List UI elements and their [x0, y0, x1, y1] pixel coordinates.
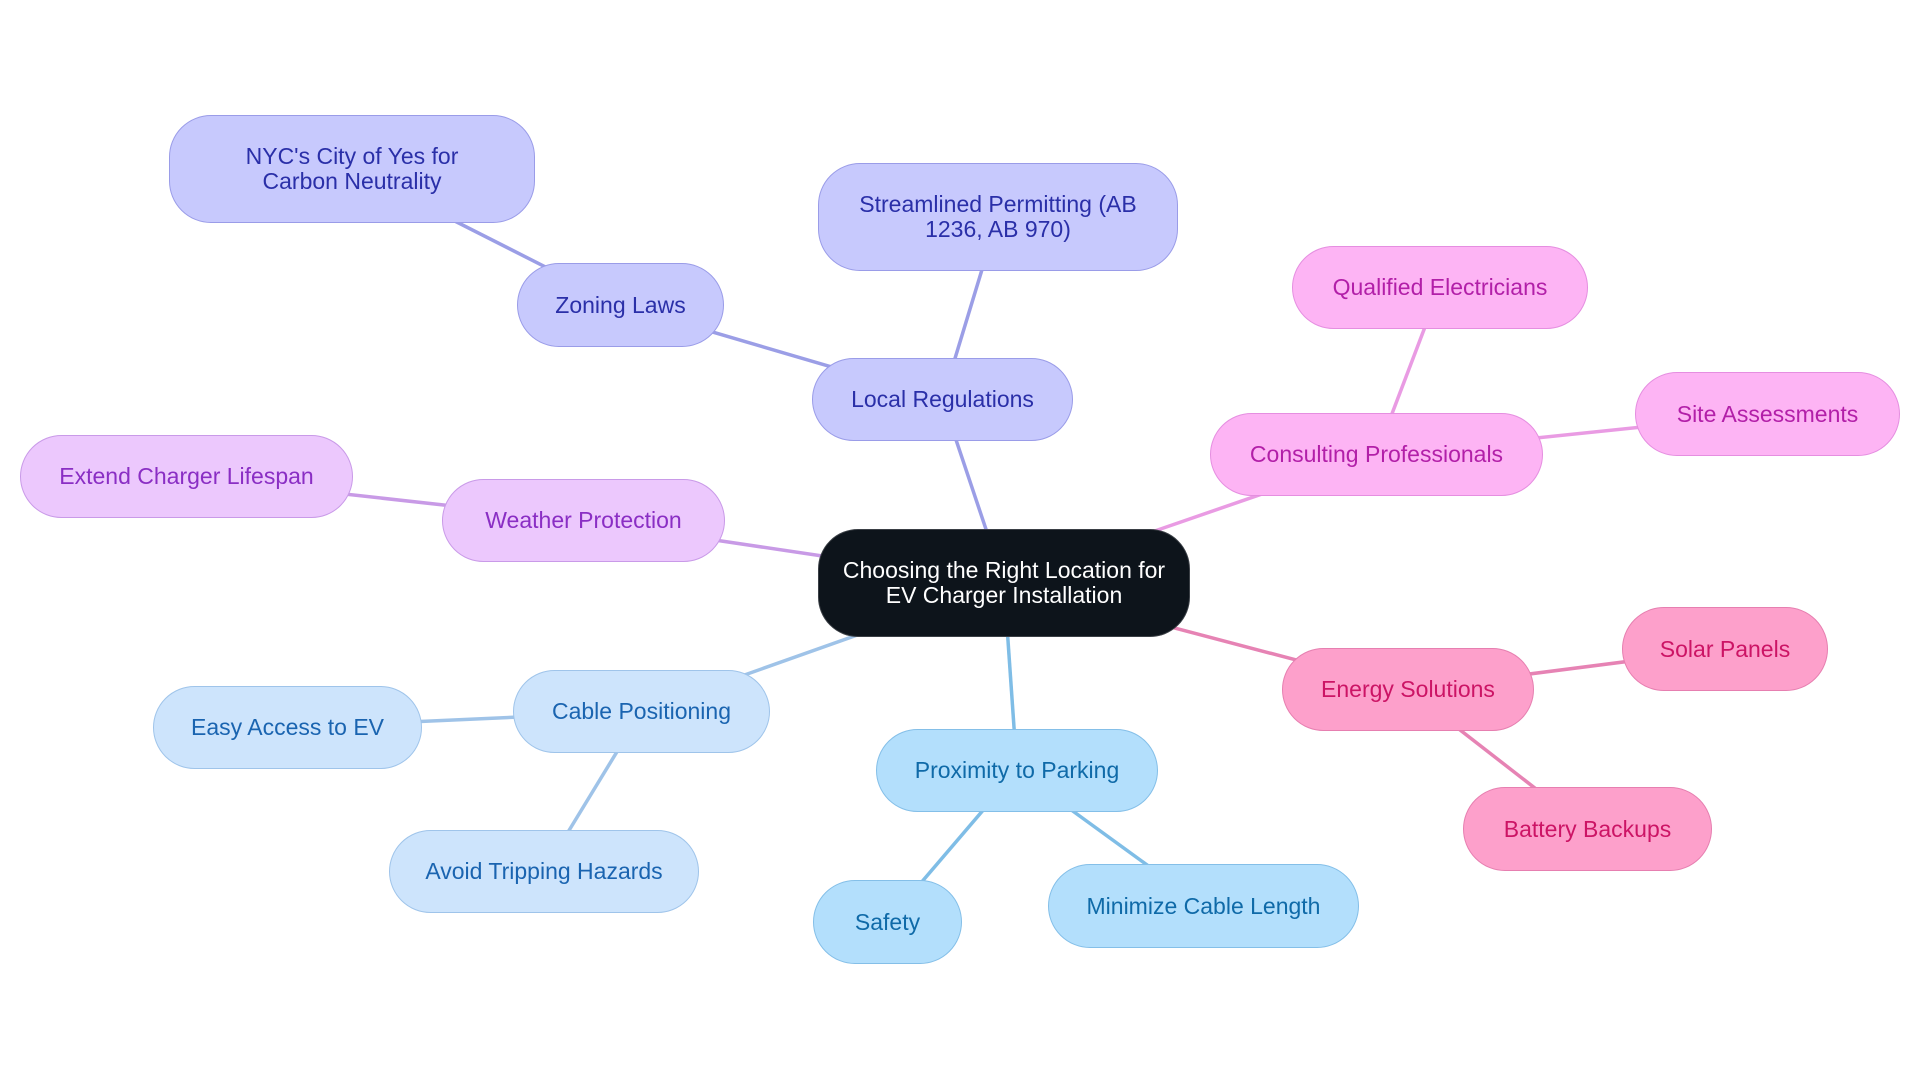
node-nyc-city-of-yes[interactable]: NYC's City of Yes for Carbon Neutrality: [169, 115, 535, 223]
root-node[interactable]: Choosing the Right Location for EV Charg…: [818, 529, 1190, 637]
node-safety[interactable]: Safety: [813, 880, 962, 964]
node-cable-positioning[interactable]: Cable Positioning: [513, 670, 770, 753]
node-qualified-electricians[interactable]: Qualified Electricians: [1292, 246, 1588, 329]
node-extend-charger-lifespan[interactable]: Extend Charger Lifespan: [20, 435, 353, 518]
node-energy-solutions[interactable]: Energy Solutions: [1282, 648, 1534, 731]
node-easy-access-to-ev[interactable]: Easy Access to EV: [153, 686, 422, 769]
node-weather-protection[interactable]: Weather Protection: [442, 479, 725, 562]
node-local-regulations[interactable]: Local Regulations: [812, 358, 1073, 441]
node-battery-backups[interactable]: Battery Backups: [1463, 787, 1712, 871]
node-streamlined-permitting[interactable]: Streamlined Permitting (AB 1236, AB 970): [818, 163, 1178, 271]
node-consulting-professionals[interactable]: Consulting Professionals: [1210, 413, 1543, 496]
node-minimize-cable-length[interactable]: Minimize Cable Length: [1048, 864, 1359, 948]
node-proximity-to-parking[interactable]: Proximity to Parking: [876, 729, 1158, 812]
node-solar-panels[interactable]: Solar Panels: [1622, 607, 1828, 691]
node-site-assessments[interactable]: Site Assessments: [1635, 372, 1900, 456]
node-zoning-laws[interactable]: Zoning Laws: [517, 263, 724, 347]
node-avoid-tripping-hazards[interactable]: Avoid Tripping Hazards: [389, 830, 699, 913]
